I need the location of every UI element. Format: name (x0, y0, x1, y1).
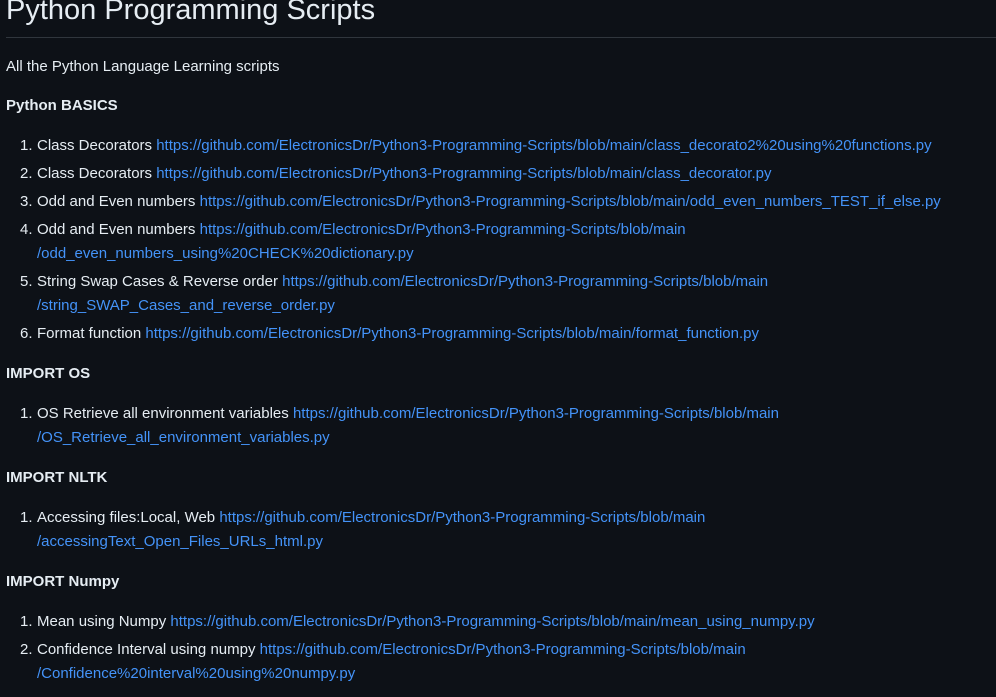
list-item: 1. Mean using Numpy https://github.com/El… (20, 610, 815, 634)
section-heading-python-basics: Python BASICS (6, 97, 118, 114)
list-number: 4. (20, 221, 33, 238)
script-link-continuation[interactable]: /odd_even_numbers_using%20CHECK%20dictio… (37, 245, 414, 262)
list-number: 5. (20, 273, 33, 290)
title-divider (6, 37, 996, 38)
script-link[interactable]: https://github.com/ElectronicsDr/Python3… (219, 509, 705, 526)
list-item-continuation: /accessingText_Open_Files_URLs_html.py (37, 530, 323, 554)
script-label: OS Retrieve all environment variables (37, 405, 289, 422)
intro-text: All the Python Language Learning scripts (6, 58, 280, 75)
script-link-continuation[interactable]: /accessingText_Open_Files_URLs_html.py (37, 533, 323, 550)
section-heading-import-numpy: IMPORT Numpy (6, 573, 120, 590)
list-number: 1. (20, 137, 33, 154)
list-item: 5. String Swap Cases & Reverse order http… (20, 270, 768, 294)
script-label: Mean using Numpy (37, 613, 167, 630)
list-item-continuation: /odd_even_numbers_using%20CHECK%20dictio… (37, 242, 414, 266)
script-link-continuation[interactable]: /OS_Retrieve_all_environment_variables.p… (37, 429, 330, 446)
list-number: 1. (20, 405, 33, 422)
script-link[interactable]: https://github.com/ElectronicsDr/Python3… (156, 137, 931, 154)
list-item-continuation: /OS_Retrieve_all_environment_variables.p… (37, 426, 330, 450)
section-heading-import-nltk: IMPORT NLTK (6, 469, 108, 486)
script-link[interactable]: https://github.com/ElectronicsDr/Python3… (200, 193, 941, 210)
script-label: Class Decorators (37, 165, 153, 182)
list-item: 4. Odd and Even numbers https://github.co… (20, 218, 686, 242)
list-number: 1. (20, 613, 33, 630)
list-item: 6. Format function https://github.com/Ele… (20, 322, 759, 346)
list-number: 1. (20, 509, 33, 526)
script-label: Accessing files:Local, Web (37, 509, 216, 526)
script-label: Odd and Even numbers (37, 221, 196, 238)
script-link[interactable]: https://github.com/ElectronicsDr/Python3… (156, 165, 771, 182)
page-title: Python Programming Scripts (6, 0, 376, 26)
list-item-continuation: /Confidence%20interval%20using%20numpy.p… (37, 662, 355, 686)
list-number: 2. (20, 641, 33, 658)
script-label: Class Decorators (37, 137, 153, 154)
list-number: 2. (20, 165, 33, 182)
script-link-continuation[interactable]: /string_SWAP_Cases_and_reverse_order.py (37, 297, 335, 314)
script-link[interactable]: https://github.com/ElectronicsDr/Python3… (145, 325, 759, 342)
script-link[interactable]: https://github.com/ElectronicsDr/Python3… (200, 221, 686, 238)
script-label: Format function (37, 325, 142, 342)
section-heading-import-os: IMPORT OS (6, 365, 91, 382)
script-link[interactable]: https://github.com/ElectronicsDr/Python3… (282, 273, 768, 290)
list-item: 2. Class Decorators https://github.com/El… (20, 162, 771, 186)
list-item: 3. Odd and Even numbers https://github.co… (20, 190, 941, 214)
list-item: 2. Confidence Interval using numpy https:… (20, 638, 746, 662)
list-item: 1. Accessing files:Local, Web https://git… (20, 506, 705, 530)
script-label: Odd and Even numbers (37, 193, 196, 210)
list-number: 6. (20, 325, 33, 342)
script-link[interactable]: https://github.com/ElectronicsDr/Python3… (260, 641, 746, 658)
list-number: 3. (20, 193, 33, 210)
script-link[interactable]: https://github.com/ElectronicsDr/Python3… (293, 405, 779, 422)
list-item: 1. Class Decorators https://github.com/El… (20, 134, 932, 158)
script-label: String Swap Cases & Reverse order (37, 273, 278, 290)
script-label: Confidence Interval using numpy (37, 641, 256, 658)
list-item-continuation: /string_SWAP_Cases_and_reverse_order.py (37, 294, 335, 318)
script-link-continuation[interactable]: /Confidence%20interval%20using%20numpy.p… (37, 665, 355, 682)
list-item: 1. OS Retrieve all environment variables … (20, 402, 779, 426)
script-link[interactable]: https://github.com/ElectronicsDr/Python3… (170, 613, 814, 630)
